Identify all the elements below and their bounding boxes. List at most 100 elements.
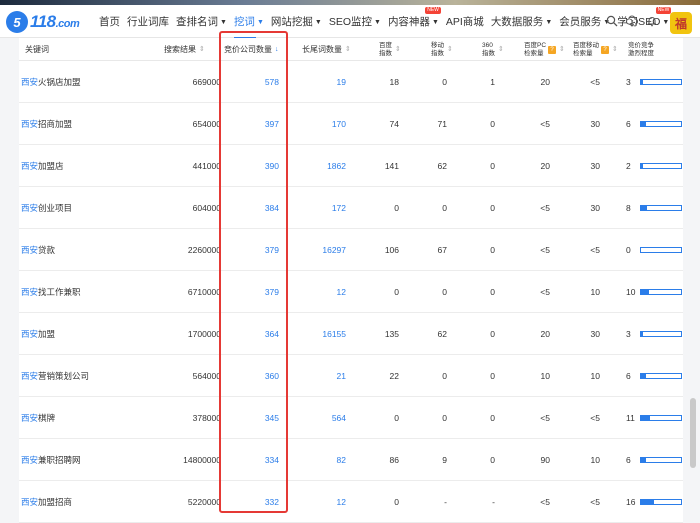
- help-icon[interactable]: ?: [548, 45, 557, 54]
- cell-bid-companies[interactable]: 332: [239, 481, 279, 523]
- cell-baidu-index: 135: [384, 329, 399, 339]
- table-row: 西安 营销策划公司 564000 360 21 22 0 0 10 10 6: [19, 355, 683, 397]
- keyword-rest: 棋牌: [38, 413, 56, 423]
- keyword-prefix: 西安: [21, 245, 39, 255]
- cell-bid-companies[interactable]: 364: [239, 313, 279, 355]
- competition-value: 0: [626, 245, 631, 255]
- cell-bid-companies[interactable]: 397: [239, 103, 279, 145]
- sort-icon[interactable]: ⇕: [498, 46, 504, 54]
- cell-bid-companies[interactable]: 578: [239, 61, 279, 103]
- menu-item[interactable]: SEO监控 ▼: [329, 14, 381, 29]
- header-mobile-index[interactable]: 移动 指数 ⇕: [431, 38, 453, 61]
- cell-keyword[interactable]: 西安 创业项目: [21, 187, 72, 229]
- user-avatar[interactable]: 福: [670, 12, 692, 34]
- sort-icon[interactable]: ⇕: [559, 46, 565, 54]
- cell-bid-companies[interactable]: 384: [239, 187, 279, 229]
- cell-keyword[interactable]: 西安 火锅店加盟: [21, 61, 81, 103]
- cell-longtail[interactable]: 172: [306, 187, 346, 229]
- menu-item[interactable]: 会员服务 ▼: [559, 14, 610, 29]
- header-360-index[interactable]: 360 指数 ⇕: [482, 38, 504, 61]
- competition-value: 2: [626, 161, 631, 171]
- new-badge: NEW: [425, 7, 441, 14]
- cell-mobile-index: 0: [442, 413, 447, 423]
- cell-bid-companies[interactable]: 379: [239, 271, 279, 313]
- search-icon[interactable]: [606, 15, 618, 27]
- cell-bid-companies[interactable]: 360: [239, 355, 279, 397]
- cell-longtail[interactable]: 12: [306, 481, 346, 523]
- sort-icon[interactable]: ⇕: [395, 46, 401, 54]
- cell-bid-companies[interactable]: 379: [239, 229, 279, 271]
- cell-bid-companies[interactable]: 345: [239, 397, 279, 439]
- header-baidu-pc[interactable]: 百度PC 检索量? ⇕: [524, 38, 565, 61]
- cell-baidu-index: 0: [394, 203, 399, 213]
- cell-competition: 3: [626, 313, 682, 355]
- competition-bar: [640, 289, 682, 295]
- sort-icon[interactable]: ⇕: [199, 45, 205, 54]
- sort-desc-icon[interactable]: ↓: [275, 45, 279, 54]
- cell-baidu-index: 18: [389, 77, 399, 87]
- cell-keyword[interactable]: 西安 找工作兼职: [21, 271, 81, 313]
- chevron-down-icon: ▼: [374, 19, 381, 26]
- cell-keyword[interactable]: 西安 贷款: [21, 229, 55, 271]
- header-bid-companies[interactable]: 竞价公司数量 ↓: [224, 38, 279, 61]
- cell-longtail[interactable]: 170: [306, 103, 346, 145]
- keyword-rest: 火锅店加盟: [38, 77, 81, 87]
- page-scrollbar[interactable]: [689, 38, 697, 523]
- competition-bar-fill: [641, 500, 654, 504]
- sort-icon[interactable]: ⇕: [447, 46, 453, 54]
- cell-longtail[interactable]: 12: [306, 271, 346, 313]
- cell-baidu-mobile: 30: [590, 119, 600, 129]
- header-longtail[interactable]: 长尾词数量 ⇕: [302, 38, 351, 61]
- cell-competition: 8: [626, 187, 682, 229]
- cell-keyword[interactable]: 西安 营销策划公司: [21, 355, 89, 397]
- cell-keyword[interactable]: 西安 加盟招商: [21, 481, 72, 523]
- table-row: 西安 创业项目 604000 384 172 0 0 0 <5 30 8: [19, 187, 683, 229]
- cell-360-index: -: [492, 497, 495, 507]
- cell-keyword[interactable]: 西安 兼职招聘网: [21, 439, 81, 481]
- cell-keyword[interactable]: 西安 加盟店: [21, 145, 64, 187]
- header-keyword: 关键词: [25, 45, 49, 54]
- cell-keyword[interactable]: 西安 棋牌: [21, 397, 55, 439]
- menu-item[interactable]: 网站挖掘 ▼: [271, 14, 322, 29]
- sort-icon[interactable]: ⇕: [345, 45, 351, 54]
- cell-longtail[interactable]: 19: [306, 61, 346, 103]
- header-competition[interactable]: 竞价竞争 激烈程度: [628, 38, 654, 61]
- cell-search-results: 604000: [192, 203, 221, 213]
- menu-item[interactable]: 行业词库: [127, 14, 169, 29]
- cell-mobile-index: 62: [437, 161, 447, 171]
- sort-icon[interactable]: ⇕: [612, 46, 618, 54]
- keyword-rest: 营销策划公司: [38, 371, 90, 381]
- cell-bid-companies[interactable]: 390: [239, 145, 279, 187]
- cell-competition: 0: [626, 229, 682, 271]
- table-body: 西安 火锅店加盟 669000 578 19 18 0 1 20 <5 3 西安 招商加盟 654000 3…: [19, 61, 683, 523]
- header-search-results[interactable]: 搜索结果 ⇕: [164, 38, 205, 61]
- menu-item[interactable]: 内容神器 ▼ NEW: [388, 7, 441, 29]
- menu-item[interactable]: 挖词 ▼: [233, 14, 264, 39]
- header-baidu-index[interactable]: 百度 指数 ⇕: [379, 38, 401, 61]
- cell-baidu-pc: 20: [540, 161, 550, 171]
- cell-longtail[interactable]: 82: [306, 439, 346, 481]
- cell-longtail[interactable]: 564: [306, 397, 346, 439]
- cell-keyword[interactable]: 西安 招商加盟: [21, 103, 72, 145]
- menu-item[interactable]: 查排名词 ▼: [176, 14, 227, 29]
- scrollbar-thumb[interactable]: [690, 398, 696, 468]
- site-logo[interactable]: 5 118.com: [6, 11, 80, 33]
- cloud-download-icon[interactable]: [626, 15, 638, 27]
- keyword-rest: 贷款: [38, 245, 56, 255]
- cell-longtail[interactable]: 21: [306, 355, 346, 397]
- menu-item-label: API商城: [445, 16, 484, 28]
- competition-bar: [640, 499, 682, 505]
- help-icon[interactable]: ?: [601, 45, 609, 54]
- menu-item[interactable]: 大数据服务 ▼: [491, 14, 552, 29]
- header-baidu-mobile[interactable]: 百度移动 检索量? ⇕: [573, 38, 618, 61]
- notification-bell-icon[interactable]: [646, 15, 658, 27]
- keyword-prefix: 西安: [21, 287, 39, 297]
- cell-longtail[interactable]: 1862: [306, 145, 346, 187]
- cell-longtail[interactable]: 16297: [306, 229, 346, 271]
- cell-keyword[interactable]: 西安 加盟: [21, 313, 55, 355]
- cell-longtail[interactable]: 16155: [306, 313, 346, 355]
- menu-item[interactable]: 首页: [99, 14, 120, 29]
- cell-baidu-pc: <5: [540, 287, 550, 297]
- cell-bid-companies[interactable]: 334: [239, 439, 279, 481]
- menu-item[interactable]: API商城: [446, 14, 484, 29]
